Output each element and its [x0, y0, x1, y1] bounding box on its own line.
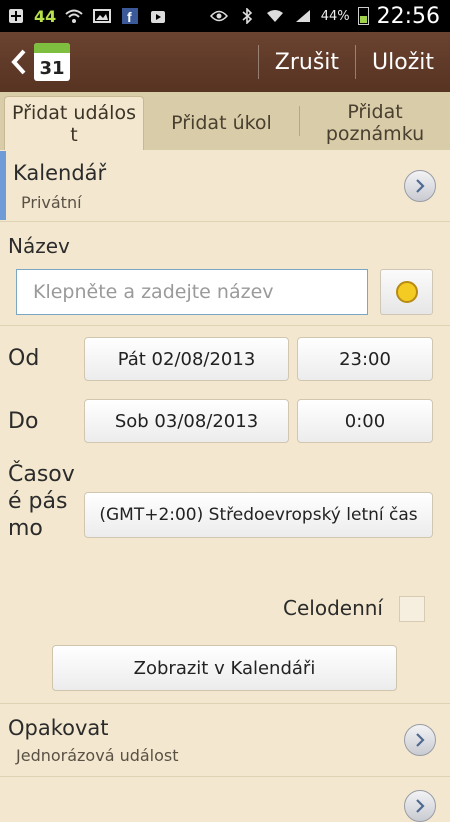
svg-text:f: f — [127, 9, 132, 24]
calendar-value: Privátní — [21, 193, 82, 212]
divider — [0, 325, 450, 326]
name-label: Název — [8, 234, 70, 258]
sticker-button[interactable] — [380, 269, 433, 315]
to-time-button[interactable]: 0:00 — [297, 399, 433, 443]
cancel-button[interactable]: Zrušit — [259, 50, 355, 75]
from-time-button[interactable]: 23:00 — [297, 337, 433, 381]
tab-add-event[interactable]: Přidat událost — [4, 96, 144, 150]
status-bar: 44 f 44% 22:56 — [0, 0, 450, 32]
show-in-calendar-button[interactable]: Zobrazit v Kalendáři — [52, 645, 397, 691]
from-label: Od — [8, 346, 40, 371]
eye-icon — [209, 7, 229, 25]
tab-add-note[interactable]: Přidat poznámku — [300, 96, 450, 150]
name-input-field[interactable] — [16, 269, 368, 315]
repeat-selector[interactable]: Opakovat Jednorázová událost — [0, 704, 450, 774]
chevron-left-icon — [11, 49, 26, 75]
timezone-label: Časové pásmo — [8, 462, 75, 541]
tab-bar: Přidat událost Přidat úkol Přidat poznám… — [0, 92, 450, 150]
wifi-icon — [64, 7, 84, 25]
chevron-right-icon[interactable] — [404, 170, 436, 202]
all-day-checkbox[interactable] — [399, 596, 425, 622]
tab-label: Přidat poznámku — [325, 101, 425, 145]
from-date-button[interactable]: Pát 02/08/2013 — [84, 337, 289, 381]
divider — [0, 776, 450, 777]
repeat-title: Opakovat — [8, 716, 109, 740]
clock: 22:56 — [376, 3, 440, 29]
timezone-button[interactable]: (GMT+2:00) Středoevropský letní čas — [84, 492, 433, 538]
calendar-selector[interactable]: Kalendář Privátní — [0, 151, 450, 220]
cell-signal-icon — [293, 7, 313, 25]
back-button[interactable] — [4, 32, 34, 92]
play-store-icon — [148, 7, 168, 25]
battery-icon — [357, 7, 369, 25]
calendar-day: 31 — [39, 58, 65, 79]
name-input[interactable] — [31, 280, 367, 304]
to-label: Do — [8, 409, 39, 434]
chevron-right-icon[interactable] — [404, 790, 436, 822]
battery-percent: 44% — [320, 8, 350, 24]
save-button[interactable]: Uložit — [356, 50, 450, 75]
facebook-icon: f — [120, 7, 140, 25]
bluetooth-icon — [237, 7, 257, 25]
tab-add-task[interactable]: Přidat úkol — [144, 96, 299, 150]
tab-label: Přidat událost — [12, 101, 136, 146]
notification-count: 44 — [34, 6, 57, 26]
repeat-value: Jednorázová událost — [16, 746, 179, 765]
action-bar: 31 Zrušit Uložit — [0, 32, 450, 92]
chevron-right-icon[interactable] — [404, 724, 436, 756]
calendar-title: Kalendář — [13, 161, 107, 185]
plus-icon — [6, 7, 26, 25]
image-icon — [92, 7, 112, 25]
divider — [0, 221, 450, 222]
to-date-button[interactable]: Sob 03/08/2013 — [84, 399, 289, 443]
sticker-icon — [395, 281, 418, 303]
all-day-label: Celodenní — [283, 596, 383, 620]
wifi-signal-icon — [265, 7, 285, 25]
calendar-app-icon: 31 — [34, 43, 70, 81]
tab-label: Přidat úkol — [171, 112, 272, 134]
